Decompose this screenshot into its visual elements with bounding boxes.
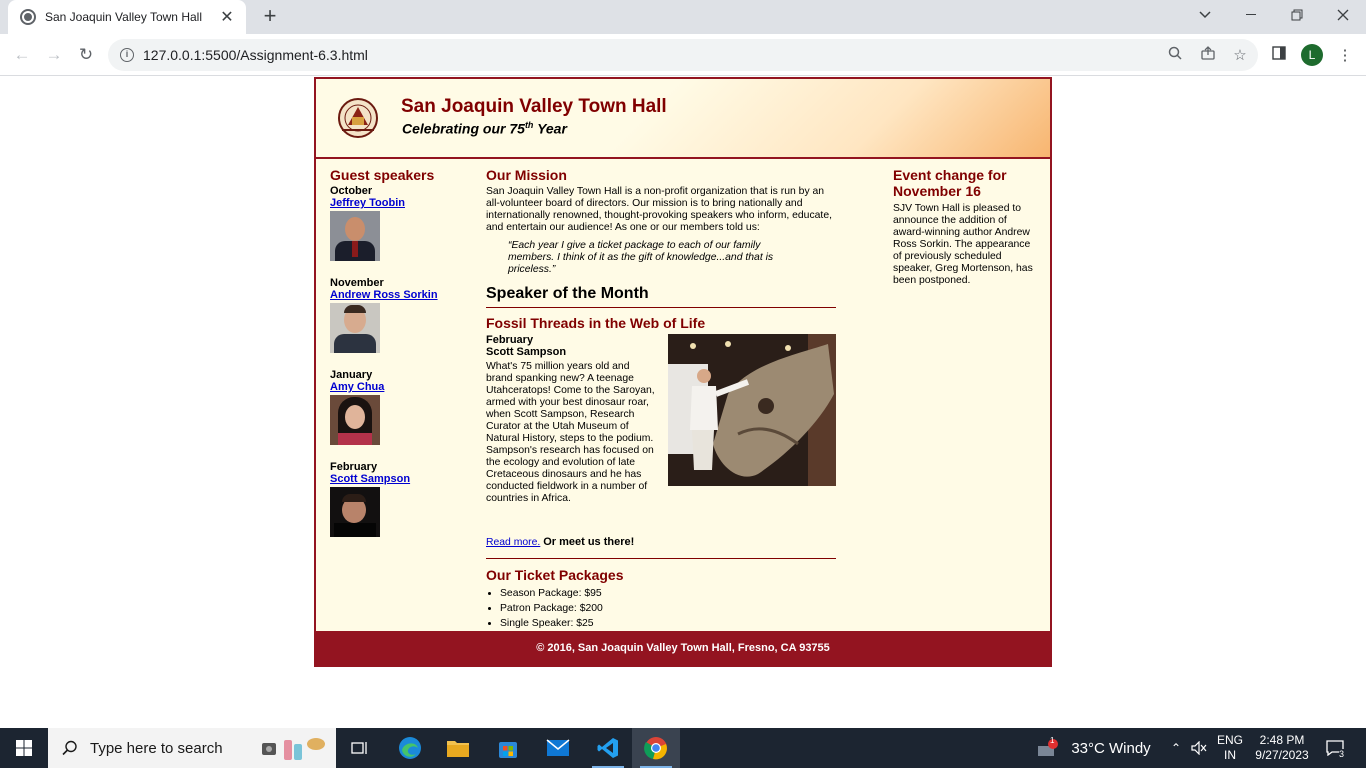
- lecture-details: February Scott Sampson What's 75 million…: [486, 334, 836, 530]
- subtitle-number: 75: [509, 120, 525, 137]
- speaker-month: November: [330, 277, 384, 289]
- windows-taskbar: Type here to search 1 33°C Windy ⌃ ENG I…: [0, 728, 1366, 768]
- notification-badge-icon[interactable]: 1: [1034, 728, 1062, 768]
- globe-icon: [20, 9, 36, 25]
- language-line1: ENG: [1216, 733, 1243, 747]
- speaker-link-sorkin[interactable]: Andrew Ross Sorkin: [330, 289, 470, 301]
- lecture-text-block: February Scott Sampson What's 75 million…: [486, 334, 656, 505]
- speaker-photo-sampson[interactable]: [330, 487, 380, 537]
- lecture-title: Fossil Threads in the Web of Life: [486, 315, 706, 331]
- site-title: San Joaquin Valley Town Hall: [401, 96, 667, 117]
- tab-close-icon[interactable]: ✕: [218, 7, 236, 27]
- clock[interactable]: 2:48 PM 9/27/2023: [1250, 728, 1314, 768]
- site-info-icon[interactable]: i: [120, 48, 134, 62]
- action-center-icon[interactable]: 3: [1320, 728, 1350, 768]
- tray-chevron-up-icon[interactable]: ⌃: [1166, 728, 1186, 768]
- windows-start-icon[interactable]: [0, 728, 48, 768]
- event-change-text: SJV Town Hall is pleased to announce the…: [893, 203, 1033, 286]
- task-view-icon[interactable]: [336, 728, 384, 768]
- town-hall-logo: [338, 98, 378, 138]
- guest-speakers-sidebar: Guest speakers October Jeffrey Toobin No…: [330, 167, 470, 553]
- speaker-month: February: [330, 461, 378, 473]
- search-icon: [62, 740, 77, 756]
- lecture-month: February: [486, 334, 534, 346]
- menu-kebab-icon[interactable]: ⋮: [1336, 46, 1354, 64]
- meet-us-text: Or meet us there!: [543, 536, 635, 548]
- mail-icon[interactable]: [534, 728, 582, 768]
- action-center-count: 3: [1339, 749, 1345, 759]
- search-placeholder: Type here to search: [90, 739, 223, 757]
- speaker-month: October: [330, 185, 373, 197]
- vscode-icon[interactable]: [584, 728, 632, 768]
- new-tab-button[interactable]: +: [258, 4, 282, 28]
- tab-strip: San Joaquin Valley Town Hall ✕ +: [0, 0, 1366, 34]
- speaker-photo-toobin[interactable]: [330, 211, 380, 261]
- browser-tab[interactable]: San Joaquin Valley Town Hall ✕: [8, 0, 246, 34]
- reload-icon[interactable]: ↻: [74, 43, 98, 67]
- weather-widget[interactable]: 33°C Windy: [1066, 728, 1156, 768]
- chrome-icon[interactable]: [632, 728, 680, 768]
- tab-title: San Joaquin Valley Town Hall: [45, 10, 202, 24]
- back-arrow-icon[interactable]: ←: [10, 43, 34, 67]
- notification-count: 1: [1050, 736, 1055, 745]
- search-highlight-icon: [262, 738, 325, 760]
- event-change-aside: Event change for November 16 SJV Town Ha…: [893, 167, 1039, 287]
- list-item: Season Package: $95: [500, 588, 836, 599]
- speaker-photo-sorkin[interactable]: [330, 303, 380, 353]
- read-more-link[interactable]: Read more.: [486, 537, 540, 548]
- site-footer: © 2016, San Joaquin Valley Town Hall, Fr…: [314, 631, 1052, 667]
- microsoft-store-icon[interactable]: [484, 728, 532, 768]
- subtitle-superscript: th: [524, 120, 534, 130]
- lecture-description: What's 75 million years old and brand sp…: [486, 361, 655, 504]
- member-quote: “Each year I give a ticket package to ea…: [508, 240, 774, 275]
- event-change-heading: Event change for November 16: [893, 167, 1007, 199]
- speaker-muted-icon[interactable]: [1188, 728, 1210, 768]
- language-line2: IN: [1224, 748, 1236, 762]
- edge-browser-icon[interactable]: [386, 728, 434, 768]
- share-icon[interactable]: [1199, 46, 1217, 64]
- page-container: San Joaquin Valley Town Hall Celebrating…: [314, 77, 1052, 667]
- subtitle-post: Year: [537, 120, 567, 137]
- side-panel-icon[interactable]: [1270, 46, 1288, 64]
- list-item: Single Speaker: $25: [500, 618, 836, 629]
- ticket-packages-list: Season Package: $95 Patron Package: $200…: [486, 588, 836, 629]
- language-indicator[interactable]: ENG IN: [1214, 728, 1246, 768]
- clock-time: 2:48 PM: [1259, 733, 1305, 747]
- ticket-packages-heading: Our Ticket Packages: [486, 567, 624, 583]
- tab-search-chevron-icon[interactable]: [1182, 0, 1228, 30]
- main-content: Our Mission San Joaquin Valley Town Hall…: [486, 167, 836, 633]
- speaker-month: January: [330, 369, 373, 381]
- address-bar[interactable]: i 127.0.0.1:5500/Assignment-6.3.html: [108, 39, 1258, 71]
- mission-heading: Our Mission: [486, 167, 567, 183]
- lecture-speaker: Scott Sampson: [486, 346, 567, 358]
- minimize-button[interactable]: [1228, 0, 1274, 30]
- zoom-icon[interactable]: [1166, 46, 1184, 64]
- read-more-line: Read more. Or meet us there!: [486, 536, 836, 548]
- speaker-of-month-heading: Speaker of the Month: [486, 285, 836, 308]
- profile-avatar[interactable]: L: [1301, 44, 1323, 66]
- list-item: Patron Package: $200: [500, 603, 836, 614]
- url-text: 127.0.0.1:5500/Assignment-6.3.html: [143, 47, 368, 63]
- guest-speakers-heading: Guest speakers: [330, 167, 435, 183]
- browser-toolbar: ← → ↻ i 127.0.0.1:5500/Assignment-6.3.ht…: [0, 34, 1366, 76]
- section-divider: [486, 558, 836, 559]
- mission-text: San Joaquin Valley Town Hall is a non-pr…: [486, 186, 832, 233]
- speaker-link-chua[interactable]: Amy Chua: [330, 381, 470, 393]
- speaker-photo-chua[interactable]: [330, 395, 380, 445]
- bookmark-star-icon[interactable]: ☆: [1231, 46, 1249, 64]
- subtitle-pre: Celebrating our: [402, 120, 506, 137]
- site-subtitle: Celebrating our 75th Year: [402, 120, 567, 137]
- clock-date: 9/27/2023: [1255, 748, 1309, 762]
- file-explorer-icon[interactable]: [434, 728, 482, 768]
- forward-arrow-icon[interactable]: →: [42, 43, 66, 67]
- restore-button[interactable]: [1274, 0, 1320, 30]
- speaker-link-toobin[interactable]: Jeffrey Toobin: [330, 197, 470, 209]
- speaker-link-sampson[interactable]: Scott Sampson: [330, 473, 470, 485]
- lecture-photo: [668, 334, 836, 486]
- close-window-button[interactable]: [1320, 0, 1366, 30]
- taskbar-search-box[interactable]: Type here to search: [48, 728, 336, 768]
- site-header: San Joaquin Valley Town Hall Celebrating…: [316, 79, 1050, 159]
